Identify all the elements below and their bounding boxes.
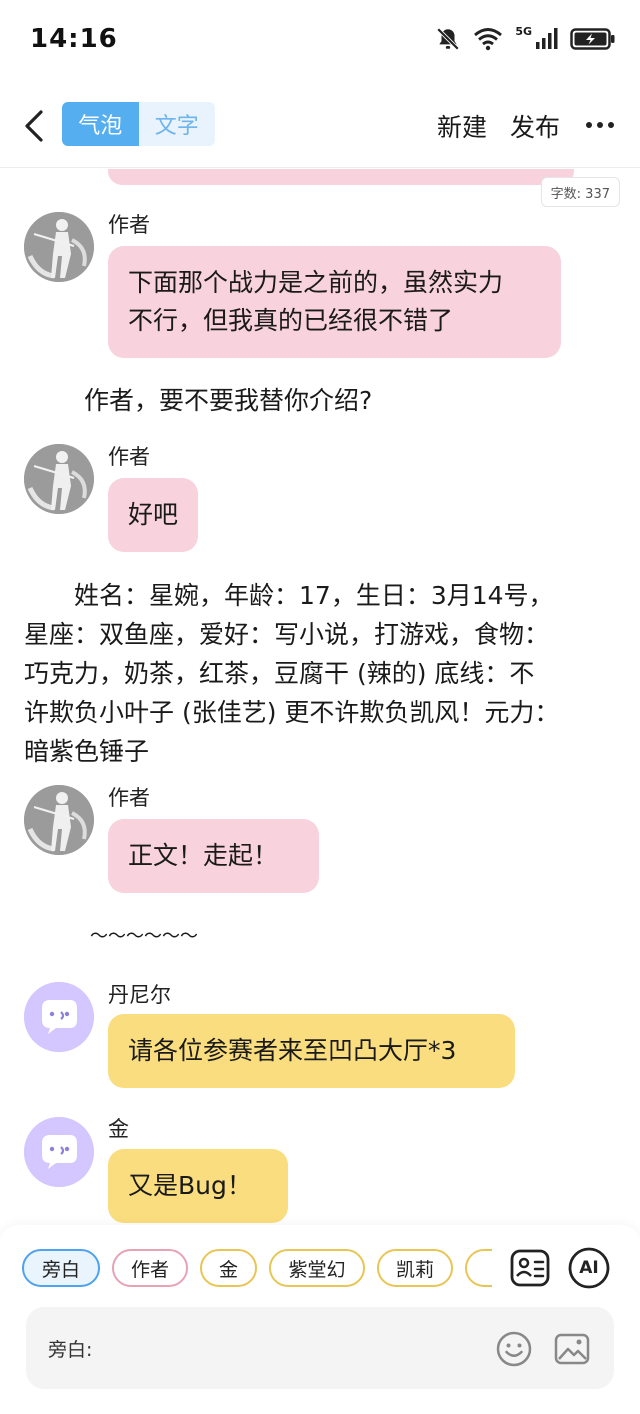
image-icon (554, 1333, 590, 1365)
narration-text[interactable]: 作者，要不要我替你介绍? (84, 382, 640, 420)
more-options-button[interactable] (586, 122, 614, 128)
chat-bot-avatar[interactable] (24, 1117, 94, 1187)
narration-line: 姓名：星婉，年龄：17，生日：3月14号， (24, 581, 554, 610)
composer-panel: 旁白 作者 金 紫堂幻 凯莉 AI 旁白: (0, 1225, 640, 1414)
role-chip-author[interactable]: 作者 (112, 1249, 188, 1287)
author-avatar[interactable] (24, 212, 94, 282)
narration-line: 巧克力，奶茶，红茶，豆腐干 (辣的) 底线：不 (24, 659, 535, 688)
message-bubble[interactable]: 请各位参赛者来至凹凸大厅*3 (108, 1014, 515, 1088)
bubble-text-mode-toggle: 气泡 文字 (62, 102, 215, 146)
role-chip-jin[interactable]: 金 (200, 1249, 257, 1287)
chevron-left-icon (25, 110, 43, 142)
smiley-icon (496, 1331, 532, 1367)
narration-text[interactable]: 姓名：星婉，年龄：17，生日：3月14号， 星座：双鱼座，爱好：写小说，打游戏，… (24, 576, 620, 771)
tab-bubble-mode[interactable]: 气泡 (62, 102, 139, 146)
contact-card-icon (510, 1249, 550, 1287)
role-chip-more[interactable] (465, 1249, 492, 1287)
new-button[interactable]: 新建 (437, 108, 487, 144)
message-bubble-partial[interactable] (108, 169, 574, 185)
top-navigation-bar: 气泡 文字 新建 发布 (0, 84, 640, 168)
author-avatar[interactable] (24, 444, 94, 514)
message-line: 正文！走起！ (128, 841, 279, 870)
message-line: 不行，但我真的已经很不错了 (128, 306, 454, 335)
message-line: 又是Bug！ (128, 1171, 252, 1200)
network-type: 5G (515, 24, 532, 38)
emoji-button[interactable] (494, 1329, 534, 1369)
publish-button[interactable]: 发布 (510, 108, 560, 144)
narration-line: 星座：双鱼座，爱好：写小说，打游戏，食物： (24, 620, 550, 649)
message-line: 下面那个战力是之前的，虽然实力 (128, 268, 504, 297)
role-card-button[interactable] (509, 1247, 551, 1289)
sender-name: 金 (108, 1117, 129, 1141)
sender-name: 作者 (108, 445, 150, 469)
message-bubble[interactable]: 好吧 (108, 478, 199, 552)
narration-line: 暗紫色锤子 (24, 737, 150, 766)
status-bar: 14:16 5G (0, 0, 640, 84)
ai-label: AI (579, 1258, 599, 1278)
narration-line: 许欺负小叶子 (张佳艺) 更不许欺负凯风！元力： (24, 698, 560, 727)
message-bubble[interactable]: 又是Bug！ (108, 1149, 288, 1223)
signal-icon (536, 28, 558, 49)
more-horizontal-icon (586, 122, 592, 128)
status-time: 14:16 (30, 24, 118, 54)
wifi-icon (474, 28, 503, 51)
tab-text-mode[interactable]: 文字 (139, 102, 216, 146)
sender-name: 丹尼尔 (108, 983, 171, 1007)
back-button[interactable] (14, 104, 54, 148)
sender-name: 作者 (108, 786, 150, 810)
author-avatar[interactable] (24, 785, 94, 855)
message-composer: 旁白: (26, 1307, 614, 1389)
chat-bot-avatar[interactable] (24, 982, 94, 1052)
message-line: 请各位参赛者来至凹凸大厅*3 (128, 1036, 457, 1065)
image-button[interactable] (552, 1329, 592, 1369)
status-icons: 5G (435, 24, 616, 52)
message-bubble[interactable]: 正文！走起！ (108, 819, 319, 893)
role-chip-narrator[interactable]: 旁白 (22, 1249, 100, 1287)
role-chip-list[interactable]: 旁白 作者 金 紫堂幻 凯莉 (22, 1249, 492, 1289)
message-bubble[interactable]: 下面那个战力是之前的，虽然实力 不行，但我真的已经很不错了 (108, 246, 561, 358)
ai-assist-button[interactable]: AI (568, 1247, 610, 1289)
role-chip-zitanghuan[interactable]: 紫堂幻 (269, 1249, 365, 1287)
role-chip-kaili[interactable]: 凯莉 (377, 1249, 453, 1287)
bell-off-icon (437, 27, 460, 51)
sender-name: 作者 (108, 213, 150, 237)
battery-charging-icon (570, 28, 615, 50)
word-count-badge: 字数: 337 (540, 177, 620, 207)
current-role-prefix: 旁白: (48, 1339, 93, 1361)
message-input[interactable] (106, 1329, 486, 1365)
chat-story-area[interactable]: 字数: 337 作者 下面那个战力是之前的，虽然实力 不行，但我真的已经很不错了… (0, 169, 640, 1225)
message-line: 好吧 (128, 500, 179, 529)
narration-text[interactable]: ～～～～～～ (90, 918, 640, 956)
